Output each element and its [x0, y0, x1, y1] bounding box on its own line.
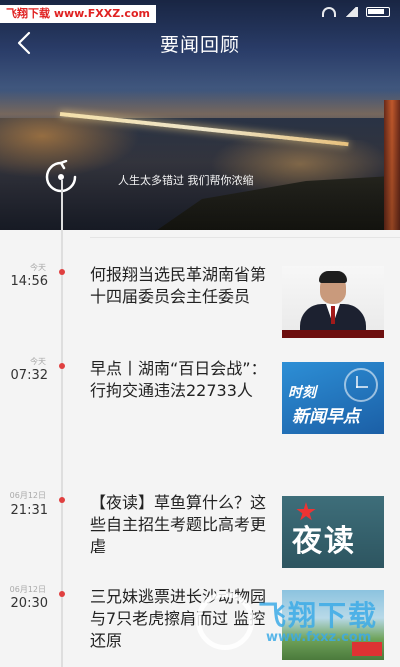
- news-item[interactable]: 今天 14:56 何报翔当选民革湖南省第十四届委员会主任委员: [0, 262, 400, 348]
- news-item-day: 今天: [30, 263, 46, 272]
- header-slogan: 人生太多错过 我们帮你浓缩: [118, 174, 254, 187]
- news-item[interactable]: 今天 07:32 早点丨湖南“百日会战”：行拘交通违法22733人 时刻 新闻早…: [0, 356, 400, 442]
- news-item-day: 06月12日: [9, 491, 46, 500]
- thumbnail-text: 新闻早点: [292, 407, 360, 427]
- watermark-top: 飞翔下载 www.FXXZ.com: [0, 5, 156, 23]
- timeline-dot: [59, 497, 65, 503]
- news-item-day: 今天: [30, 357, 46, 366]
- news-item-title: 三兄妹逃票进长沙动物园与7只老虎擦肩而过 监控还原: [90, 587, 267, 650]
- news-item-time: 21:31: [10, 503, 48, 518]
- thumbnail-text: 时刻: [288, 385, 316, 401]
- section-divider: [90, 237, 400, 238]
- battery-icon: [366, 7, 390, 17]
- news-item-title: 【夜读】草鱼算什么？这些自主招生考题比高考更虐: [90, 493, 267, 556]
- news-item-title: 何报翔当选民革湖南省第十四届委员会主任委员: [90, 265, 267, 306]
- news-item-thumbnail: [282, 590, 384, 660]
- news-item[interactable]: 06月12日 20:30 三兄妹逃票进长沙动物园与7只老虎擦肩而过 监控还原: [0, 584, 400, 667]
- news-item-thumbnail: 时刻 新闻早点: [282, 362, 384, 434]
- page-title: 要闻回顾: [159, 34, 240, 56]
- signal-icon: [344, 7, 358, 17]
- news-item-time: 20:30: [10, 596, 48, 611]
- status-bar: [322, 6, 390, 18]
- timeline-dot: [59, 269, 65, 275]
- timeline-dot: [59, 591, 65, 597]
- news-item[interactable]: 06月12日 21:31 【夜读】草鱼算什么？这些自主招生考题比高考更虐 夜读: [0, 490, 400, 576]
- news-item-thumbnail: [282, 266, 384, 338]
- news-item-time: 14:56: [10, 274, 48, 289]
- news-item-thumbnail: 夜读: [282, 496, 384, 568]
- news-item-title: 早点丨湖南“百日会战”：行拘交通违法22733人: [90, 359, 267, 400]
- wifi-icon: [322, 7, 336, 17]
- timeline-dot: [59, 363, 65, 369]
- news-item-time: 07:32: [10, 368, 48, 383]
- news-item-day: 06月12日: [9, 585, 46, 594]
- thumbnail-text: 夜读: [292, 524, 356, 559]
